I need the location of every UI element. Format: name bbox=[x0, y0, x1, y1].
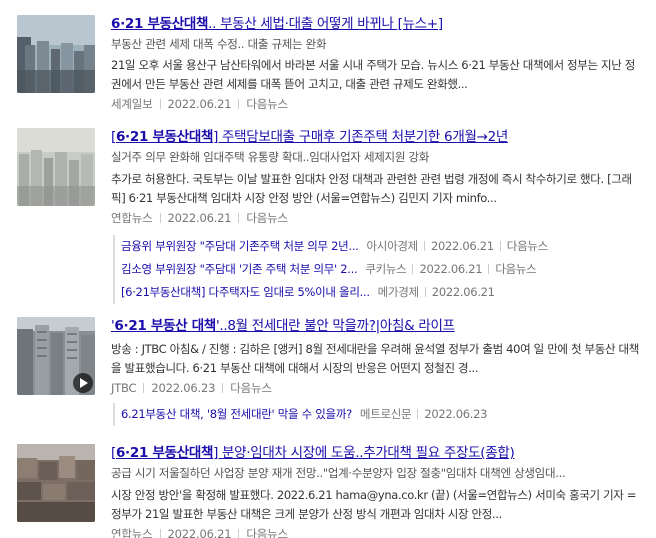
news-source[interactable]: JTBC bbox=[111, 381, 137, 395]
news-source[interactable]: 연합뉴스 bbox=[111, 211, 153, 225]
news-title[interactable]: [6·21 부동산대책] 분양·임대차 시장에 도움..추가대책 필요 주장도(… bbox=[111, 444, 515, 462]
news-result: [6·21 부동산대책] 분양·임대차 시장에 도움..추가대책 필요 주장도(… bbox=[0, 435, 656, 538]
news-result: [6·21 부동산대책] 주택담보대출 구매후 기존주택 처분기한 6개월→2년… bbox=[0, 115, 656, 305]
news-description: 21일 오후 서울 용산구 남산타워에서 바라본 서울 시내 주택가 모습. 뉴… bbox=[111, 58, 635, 91]
news-source[interactable]: 연합뉴스 bbox=[111, 527, 153, 538]
related-news-list: 금융위 부위원장 "주담대 기존주택 처분 의무 2년... 아시아경제 2022.… bbox=[113, 235, 548, 304]
news-video-thumbnail[interactable] bbox=[17, 317, 95, 395]
news-meta: 연합뉴스 2022.06.21 다음뉴스 bbox=[111, 210, 288, 226]
related-news-list: 6.21부동산 대책, '8월 전세대란' 막을 수 있을까? 메트로신문 2022… bbox=[113, 403, 487, 426]
news-date: 2022.06.21 bbox=[167, 97, 232, 111]
play-icon[interactable] bbox=[73, 373, 93, 393]
related-news-source[interactable]: 아시아경제 bbox=[367, 239, 419, 253]
related-news-source[interactable]: 쿠키뉴스 bbox=[365, 262, 406, 276]
news-title[interactable]: 6·21 부동산대책.. 부동산 세법·대출 어떻게 바뀌나 [뉴스+] bbox=[111, 15, 443, 33]
related-news-item: 6.21부동산 대책, '8월 전세대란' 막을 수 있을까? 메트로신문 2022… bbox=[121, 403, 487, 426]
news-thumbnail[interactable] bbox=[17, 444, 95, 522]
news-title[interactable]: '6·21 부동산 대책'..8월 전세대란 불안 막을까?|아침& 라이프 bbox=[111, 317, 455, 335]
daum-news-link[interactable]: 다음뉴스 bbox=[495, 262, 536, 276]
related-news-item: [6·21부동산대책] 다주택자도 임대로 5%이내 올리... 메가경제 2022… bbox=[121, 281, 548, 304]
news-result: 6·21 부동산대책.. 부동산 세법·대출 어떻게 바뀌나 [뉴스+] 부동산… bbox=[0, 0, 656, 115]
news-source[interactable]: 세계일보 bbox=[111, 97, 153, 111]
related-news-date: 2022.06.21 bbox=[419, 262, 483, 276]
news-result: '6·21 부동산 대책'..8월 전세대란 불안 막을까?|아침& 라이프 방… bbox=[0, 305, 656, 435]
related-news-item: 금융위 부위원장 "주담대 기존주택 처분 의무 2년... 아시아경제 2022.… bbox=[121, 235, 548, 258]
news-thumbnail[interactable] bbox=[17, 15, 95, 93]
apartment-complex-image bbox=[17, 128, 95, 206]
news-meta: 세계일보 2022.06.21 다음뉴스 bbox=[111, 96, 288, 112]
related-news-date: 2022.06.21 bbox=[430, 239, 494, 253]
daum-news-link[interactable]: 다음뉴스 bbox=[246, 97, 288, 111]
related-news-title[interactable]: 김소영 부위원장 "주담대 '기존 주택 처분 의무' 2... bbox=[121, 262, 358, 276]
related-news-title[interactable]: 6.21부동산 대책, '8월 전세대란' 막을 수 있을까? bbox=[121, 407, 352, 421]
related-news-title[interactable]: [6·21부동산대책] 다주택자도 임대로 5%이내 올리... bbox=[121, 285, 370, 299]
news-subtitle: 공급 시기 저울질하던 사업장 분양 재개 전망.."업계·수분양자 입장 절충… bbox=[111, 466, 566, 480]
news-thumbnail[interactable] bbox=[17, 128, 95, 206]
daum-news-link[interactable]: 다음뉴스 bbox=[246, 211, 288, 225]
news-meta: 연합뉴스 2022.06.21 다음뉴스 bbox=[111, 526, 288, 538]
related-news-title[interactable]: 금융위 부위원장 "주담대 기존주택 처분 의무 2년... bbox=[121, 239, 359, 253]
related-news-date: 2022.06.21 bbox=[431, 285, 495, 299]
news-description: 시장 안정 방안'을 확정해 발표했다. 2022.6.21 hama@yna.… bbox=[111, 488, 637, 521]
daum-news-link[interactable]: 다음뉴스 bbox=[246, 527, 288, 538]
daum-news-link[interactable]: 다음뉴스 bbox=[230, 381, 272, 395]
news-date: 2022.06.21 bbox=[167, 211, 232, 225]
daum-news-link[interactable]: 다음뉴스 bbox=[507, 239, 548, 253]
related-news-item: 김소영 부위원장 "주담대 '기존 주택 처분 의무' 2... 쿠키뉴스 2022… bbox=[121, 258, 548, 281]
related-news-source[interactable]: 메트로신문 bbox=[360, 407, 412, 421]
related-news-date: 2022.06.23 bbox=[424, 407, 488, 421]
news-subtitle: 부동산 관련 세제 대폭 수정.. 대출 규제는 완화 bbox=[111, 37, 327, 51]
news-date: 2022.06.21 bbox=[167, 527, 232, 538]
related-news-source[interactable]: 메가경제 bbox=[378, 285, 419, 299]
news-date: 2022.06.23 bbox=[151, 381, 216, 395]
news-description: 방송 : JTBC 아침& / 진행 : 김하은 [앵커] 8월 전세대란을 우… bbox=[111, 342, 639, 375]
news-meta: JTBC 2022.06.23 다음뉴스 bbox=[111, 380, 272, 396]
news-subtitle: 실거주 의무 완화해 임대주택 유통량 확대..임대사업자 세제지원 강화 bbox=[111, 150, 430, 164]
news-description: 추가로 허용한다. 국토부는 이날 발표한 임대차 안정 대책과 관련한 관련 … bbox=[111, 172, 632, 205]
city-skyline-image bbox=[17, 15, 95, 93]
low-rise-housing-image bbox=[17, 444, 95, 522]
news-title[interactable]: [6·21 부동산대책] 주택담보대출 구매후 기존주택 처분기한 6개월→2년 bbox=[111, 128, 508, 146]
